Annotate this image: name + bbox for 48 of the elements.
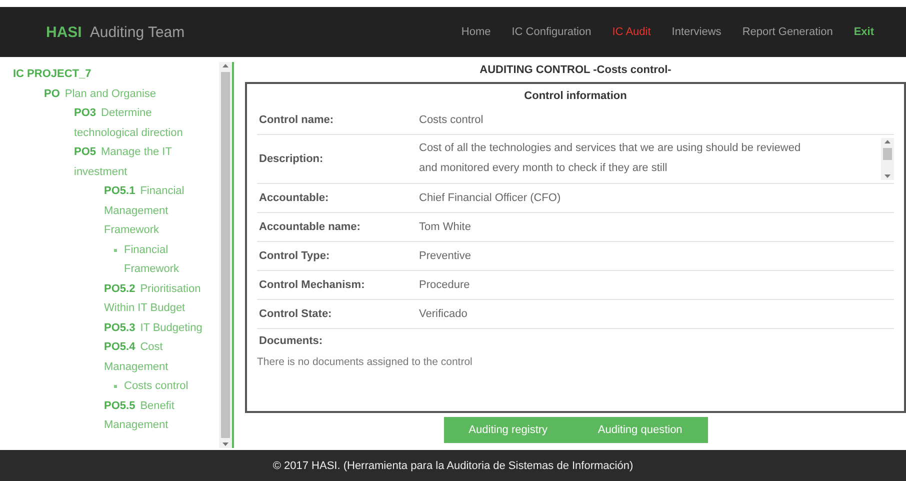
tree-item[interactable]: Costs control — [124, 377, 188, 396]
page-title: AUDITING CONTROL -Costs control- — [480, 63, 672, 78]
field-label: Description: — [259, 153, 324, 165]
nav-link[interactable]: Home — [461, 26, 491, 38]
brand-subtitle: Auditing Team — [90, 24, 185, 40]
field-label: Accountable name: — [259, 221, 362, 233]
field-value: Verificado — [419, 308, 468, 320]
field-label: Control Mechanism: — [259, 279, 366, 291]
footer-text: © 2017 HASI. (Herramienta para la Auditoria de Sistemas de Información) — [272, 460, 634, 472]
field-label: Control State: — [259, 308, 333, 320]
scrollbar[interactable] — [219, 62, 232, 448]
nav-link[interactable]: Interviews — [672, 26, 722, 38]
tree-item[interactable]: PO Plan and Organise — [44, 84, 219, 104]
tree-item[interactable]: PO5.1 Financial Management Framework — [104, 182, 219, 240]
nav-link[interactable]: Report Generation — [742, 26, 833, 38]
field-value: Procedure — [419, 279, 470, 291]
scroll-up-icon[interactable] — [884, 138, 891, 146]
scrollbar[interactable] — [881, 138, 894, 180]
action-button[interactable]: Auditing registry — [462, 420, 554, 440]
scroll-down-icon[interactable] — [884, 172, 891, 180]
tree-item[interactable]: PO5.4 Cost Management — [104, 338, 219, 377]
field-value: Costs control — [419, 114, 484, 126]
tree-item[interactable]: PO5.5 Benefit Management — [104, 396, 219, 436]
tree-item[interactable]: PO5 Manage the IT investment — [74, 143, 219, 182]
nav-link[interactable]: IC Configuration — [512, 26, 592, 38]
field-label: Control name: — [259, 114, 335, 126]
field-label: Documents: — [258, 334, 324, 349]
tree-item[interactable]: PO5.2 Prioritisation Within IT Budget — [104, 280, 219, 318]
bullet-icon — [114, 248, 117, 252]
field-label: Accountable: — [259, 192, 330, 204]
field-value: Tom White — [419, 221, 471, 233]
field-value: Preventive — [419, 250, 471, 262]
panel-title: Control information — [523, 90, 628, 102]
nav-link[interactable]: IC Audit — [612, 26, 651, 38]
tree-item[interactable]: PO3 Determine technological direction — [74, 104, 219, 143]
field-value: Cost of all the technologies and services that we are using should be reviewed and monitored every month to check if they are still — [419, 141, 802, 176]
tree-item[interactable]: PO5.3 IT Budgeting — [104, 318, 219, 338]
field-value: Chief Financial Officer (CFO) — [419, 192, 561, 204]
action-button[interactable]: Auditing question — [592, 420, 688, 440]
tree-item[interactable]: Financial Framework — [124, 240, 219, 280]
bullet-icon — [114, 385, 117, 388]
empty-message: There is no documents assigned to the control — [257, 355, 474, 368]
scroll-up-icon[interactable] — [222, 62, 229, 70]
exit-link[interactable]: Exit — [854, 26, 874, 38]
scroll-down-icon[interactable] — [222, 440, 229, 448]
tree-root[interactable]: IC PROJECT_7 — [13, 65, 219, 84]
brand-name: HASI — [46, 24, 82, 40]
field-label: Control Type: — [259, 250, 331, 262]
